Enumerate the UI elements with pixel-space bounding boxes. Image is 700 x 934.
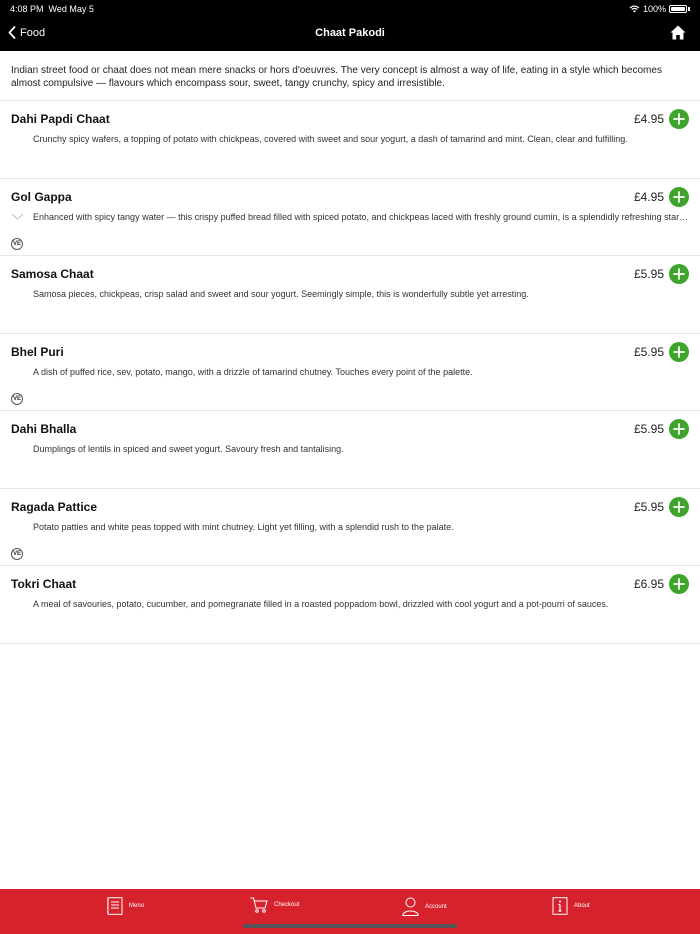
menu-item[interactable]: Gol Gappa £4.95 Enhanced with spicy tang… — [0, 179, 700, 256]
item-description: Crunchy spicy wafers, a topping of potat… — [33, 134, 628, 144]
status-bar: 4:08 PM Wed May 5 100% — [0, 0, 700, 17]
menu-item[interactable]: Dahi Bhalla £5.95 Dumplings of lentils i… — [0, 411, 700, 488]
home-icon — [670, 25, 686, 40]
divider — [0, 643, 700, 644]
plus-icon — [673, 268, 685, 280]
menu-item[interactable]: Dahi Papdi Chaat £4.95 Crunchy spicy waf… — [0, 101, 700, 178]
plus-icon — [673, 423, 685, 435]
item-price: £4.95 — [633, 190, 664, 204]
tab-menu[interactable]: Menu — [107, 897, 144, 915]
item-description: Enhanced with spicy tangy water — this c… — [33, 212, 689, 222]
item-description: A meal of savouries, potato, cucumber, a… — [33, 599, 609, 609]
add-to-cart-button[interactable] — [669, 342, 689, 362]
plus-icon — [673, 113, 685, 125]
add-to-cart-button[interactable] — [669, 187, 689, 207]
menu-item[interactable]: Ragada Pattice £5.95 Potato patties and … — [0, 489, 700, 566]
item-price: £5.95 — [633, 422, 664, 436]
item-price: £5.95 — [633, 345, 664, 359]
home-indicator[interactable] — [243, 924, 457, 928]
tab-about-label: About — [574, 903, 590, 909]
vegan-badge: VE — [11, 548, 23, 560]
item-price: £5.95 — [633, 500, 664, 514]
tab-about[interactable]: About — [552, 897, 590, 915]
item-price: £4.95 — [633, 112, 664, 126]
info-icon — [552, 897, 568, 915]
category-intro: Indian street food or chaat does not mea… — [11, 65, 662, 89]
item-name: Dahi Bhalla — [11, 422, 77, 436]
item-name: Samosa Chaat — [11, 267, 94, 281]
tab-menu-label: Menu — [129, 903, 145, 909]
navigation-bar: Food Chaat Pakodi — [0, 17, 700, 51]
tab-account-label: Account — [425, 903, 447, 910]
add-to-cart-button[interactable] — [669, 574, 689, 594]
menu-item[interactable]: Tokri Chaat £6.95 A meal of savouries, p… — [0, 566, 700, 643]
item-description: Samosa pieces, chickpeas, crisp salad an… — [33, 289, 529, 299]
item-price: £6.95 — [633, 577, 664, 591]
user-icon — [402, 897, 419, 916]
status-right: 100% — [629, 4, 690, 14]
vegan-badge: VE — [11, 393, 23, 405]
menu-item[interactable]: Samosa Chaat £5.95 Samosa pieces, chickp… — [0, 256, 700, 333]
add-to-cart-button[interactable] — [669, 419, 689, 439]
page-title: Chaat Pakodi — [315, 27, 385, 39]
menu-item[interactable]: Bhel Puri £5.95 A dish of puffed rice, s… — [0, 334, 700, 411]
add-to-cart-button[interactable] — [669, 497, 689, 517]
cart-icon — [250, 897, 268, 913]
plus-icon — [673, 191, 685, 203]
battery-percent: 100% — [642, 4, 666, 14]
menu-book-icon — [107, 897, 123, 915]
home-button[interactable] — [670, 25, 686, 45]
plus-icon — [673, 578, 685, 590]
item-name: Gol Gappa — [11, 190, 72, 204]
tab-checkout[interactable]: Checkout — [250, 897, 299, 913]
expand-chevron-icon[interactable] — [11, 213, 24, 220]
item-name: Ragada Pattice — [11, 500, 98, 514]
status-date-text: Wed May 5 — [48, 4, 94, 14]
item-name: Bhel Puri — [11, 345, 64, 359]
add-to-cart-button[interactable] — [669, 264, 689, 284]
plus-icon — [673, 501, 685, 513]
tab-account[interactable]: Account — [402, 897, 447, 916]
item-price: £5.95 — [633, 267, 664, 281]
item-description: Dumplings of lentils in spiced and sweet… — [33, 444, 344, 454]
plus-icon — [673, 346, 685, 358]
wifi-icon — [629, 5, 640, 13]
tab-checkout-label: Checkout — [274, 902, 300, 908]
status-time-text: 4:08 PM — [10, 4, 44, 14]
item-name: Tokri Chaat — [11, 577, 77, 591]
status-time: 4:08 PM Wed May 5 — [10, 4, 94, 14]
item-description: A dish of puffed rice, sev, potato, mang… — [33, 367, 473, 377]
item-description: Potato patties and white peas topped wit… — [33, 522, 454, 532]
item-name: Dahi Papdi Chaat — [11, 112, 110, 126]
vegan-badge: VE — [11, 238, 23, 250]
battery-icon — [669, 5, 687, 13]
add-to-cart-button[interactable] — [669, 109, 689, 129]
